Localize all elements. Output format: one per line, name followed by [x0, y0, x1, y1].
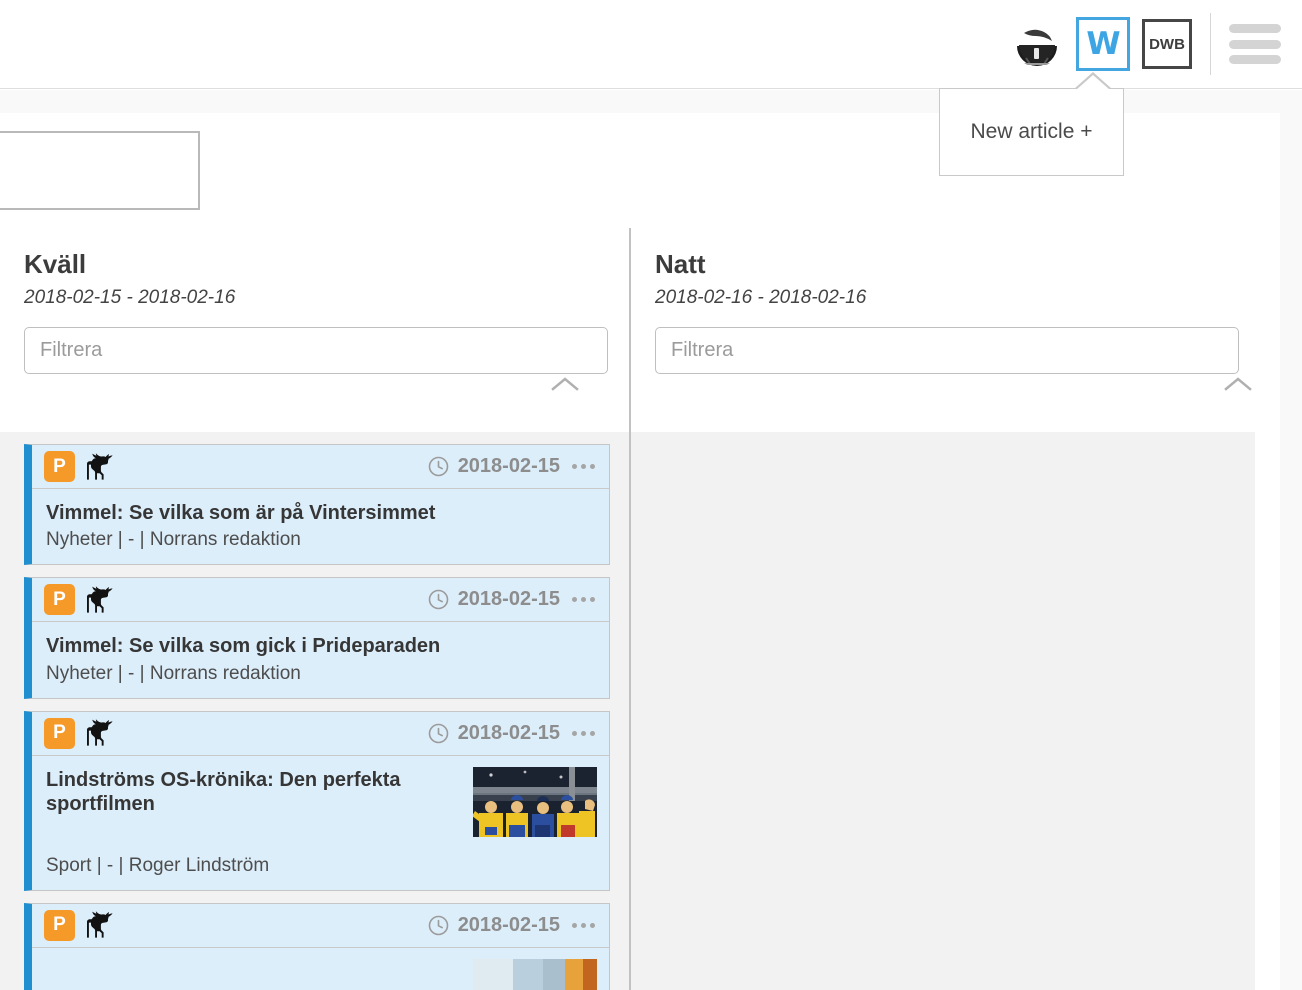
hamburger-menu-icon[interactable]: [1229, 24, 1281, 64]
article-card-body: Vimmel: Se vilka som är på Vintersimmet N…: [32, 489, 609, 564]
card-spacer: [0, 699, 629, 711]
column-natt-header: Natt 2018-02-16 - 2018-02-16: [631, 228, 1302, 400]
article-thumbnail: [473, 766, 597, 837]
hamburger-bar: [1229, 39, 1281, 49]
article-card[interactable]: P 2018-02-15 Lindströms OS-krönika: Den pe…: [24, 710, 610, 891]
channel-logo-icon-button[interactable]: [1010, 17, 1064, 71]
moose-icon: [86, 719, 116, 747]
tooltip-arrow: [1076, 75, 1110, 90]
wordpress-w-icon: W: [1086, 25, 1120, 62]
column-kvall-header: Kväll 2018-02-15 - 2018-02-16: [0, 228, 629, 400]
column-natt-title: Natt: [655, 249, 706, 279]
card-spacer: [0, 891, 629, 903]
channel-logo-icon: [1014, 21, 1060, 67]
column-natt-collapse-row: [655, 374, 1278, 400]
column-kvall-daterange: 2018-02-15 - 2018-02-16: [24, 286, 236, 308]
column-kvall-collapse-row: [24, 374, 605, 400]
cutoff-panel: [0, 131, 200, 210]
article-date: 2018-02-15: [457, 588, 560, 611]
article-overflow-menu-icon[interactable]: [572, 730, 595, 736]
article-card-body: Lindströms OS-krönika: Den perfekta spor…: [32, 756, 609, 890]
article-overflow-menu-icon[interactable]: [572, 464, 595, 469]
card-spacer: [0, 565, 629, 577]
article-card-header: P 2018-02-15: [32, 711, 609, 756]
article-date: 2018-02-15: [457, 455, 560, 477]
article-list-natt[interactable]: [631, 432, 1255, 990]
clock-icon: [428, 456, 449, 477]
filter-input-kvall[interactable]: [24, 326, 608, 374]
article-card-header: P 2018-02-15: [32, 445, 609, 489]
chevron-up-icon[interactable]: [1224, 376, 1252, 392]
article-card-body: Vimmel: Se vilka som gick i Prideparaden…: [32, 622, 609, 697]
new-article-tooltip[interactable]: New article +: [939, 88, 1124, 176]
new-article-label: New article +: [970, 120, 1093, 143]
right-edge-strip: [1280, 113, 1302, 990]
article-card-header: P 2018-02-15: [32, 578, 609, 623]
clock-icon: [428, 915, 449, 936]
premium-badge: P: [44, 451, 75, 482]
article-title[interactable]: Vimmel: Se vilka som är på Vintersimmet: [46, 501, 595, 525]
premium-badge: P: [44, 584, 75, 616]
column-natt-daterange: 2018-02-16 - 2018-02-16: [655, 286, 867, 308]
dwb-icon: DWB: [1149, 35, 1185, 53]
premium-badge: P: [44, 909, 75, 941]
wordpress-w-button[interactable]: W: [1076, 17, 1130, 71]
card-spacer: [0, 432, 629, 444]
moose-icon: [86, 586, 116, 614]
moose-icon: [86, 452, 116, 481]
article-card-body: [32, 948, 609, 990]
dwb-button[interactable]: DWB: [1142, 19, 1192, 69]
top-bar-icon-group: W DWB: [1010, 0, 1302, 88]
article-list-kvall[interactable]: P 2018-02-15 Vimmel: Se vilka som är på Vi…: [0, 432, 629, 990]
article-meta: Sport | - | Roger Lindström: [46, 854, 270, 876]
article-card[interactable]: P 2018-02-15 Vimmel: Se vilka som är på Vi…: [24, 444, 610, 566]
article-date: 2018-02-15: [457, 721, 560, 744]
clock-icon: [428, 723, 449, 744]
article-meta: Nyheter | - | Norrans redaktion: [46, 662, 301, 684]
article-overflow-menu-icon[interactable]: [572, 922, 595, 928]
column-kvall-title: Kväll: [24, 249, 87, 279]
moose-icon: [86, 911, 116, 939]
hamburger-bar: [1229, 55, 1281, 64]
hamburger-bar: [1229, 24, 1281, 33]
article-meta: Nyheter | - | Norrans redaktion: [46, 529, 301, 551]
article-overflow-menu-icon[interactable]: [572, 597, 595, 603]
article-card-header: P 2018-02-15: [32, 903, 609, 948]
article-card[interactable]: P 2018-02-15: [24, 902, 610, 990]
article-card[interactable]: P 2018-02-15 Vimmel: Se vilka som gick i P…: [24, 577, 610, 699]
chevron-up-icon[interactable]: [551, 376, 579, 392]
premium-badge: P: [44, 717, 75, 749]
article-thumbnail: [473, 958, 597, 990]
article-title[interactable]: Lindströms OS-krönika: Den perfekta spor…: [46, 768, 446, 817]
article-title[interactable]: Vimmel: Se vilka som gick i Prideparaden: [46, 634, 595, 658]
filter-input-natt[interactable]: [655, 326, 1239, 374]
article-date: 2018-02-15: [457, 913, 560, 936]
clock-icon: [428, 589, 449, 610]
toolbar-divider: [1210, 13, 1211, 75]
